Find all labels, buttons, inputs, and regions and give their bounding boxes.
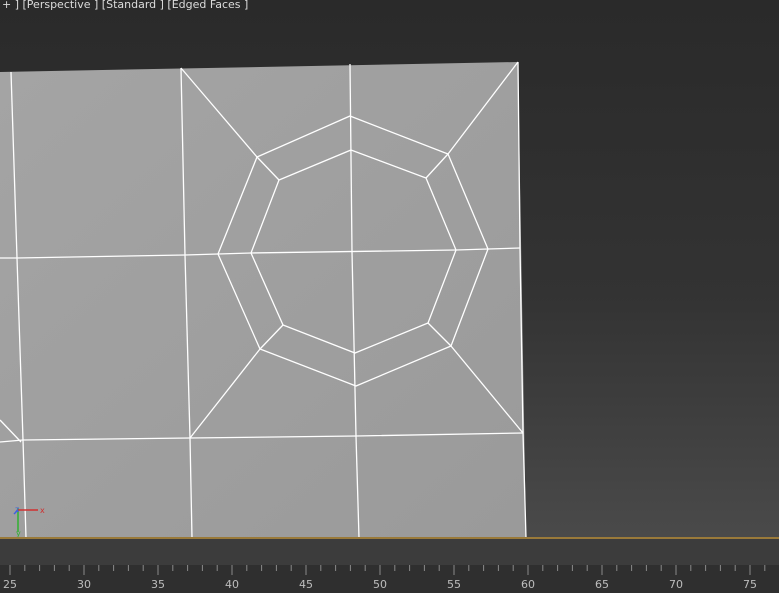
axis-x-label: x [40,506,45,515]
ruler-label: 70 [669,578,683,591]
axis-z-label: z [15,505,19,514]
ruler-label: 45 [299,578,313,591]
ruler-label: 75 [743,578,757,591]
viewport-edged-faces[interactable]: [Edged Faces ] [164,0,248,11]
ruler-label: 40 [225,578,239,591]
axis-tripod-icon: x z y [13,505,45,538]
ruler-label: 55 [447,578,461,591]
time-ruler-ticks [9,565,766,575]
ruler-label: 30 [77,578,91,591]
viewport-label: + ] [Perspective ] [Standard ] [Edged Fa… [2,0,248,11]
mesh-surface [0,62,526,538]
viewport-point-of-view[interactable]: [Perspective ] [19,0,99,11]
track-bar[interactable] [0,539,779,565]
time-ruler[interactable]: 25 30 35 40 45 50 55 60 65 70 75 [0,565,779,593]
perspective-viewport[interactable]: + ] [Perspective ] [Standard ] [Edged Fa… [0,0,779,538]
ruler-label: 50 [373,578,387,591]
ruler-label: 60 [521,578,535,591]
ruler-label: 25 [3,578,17,591]
viewport-menu-plus[interactable]: + ] [2,0,19,11]
plane-mesh[interactable] [0,0,779,538]
viewport-shading-standard[interactable]: [Standard ] [98,0,164,11]
ruler-label: 65 [595,578,609,591]
ruler-label: 35 [151,578,165,591]
